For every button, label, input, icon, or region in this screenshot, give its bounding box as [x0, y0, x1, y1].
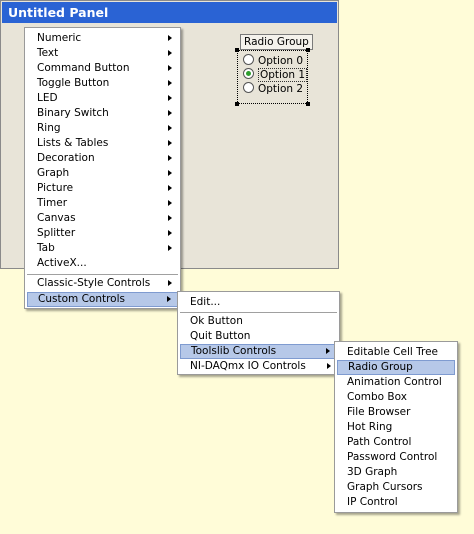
- resize-handle-bottom-left[interactable]: [235, 102, 239, 106]
- radio-unchecked-icon: [243, 82, 254, 93]
- menu-item-combo-box[interactable]: Combo Box: [337, 390, 455, 405]
- menu-item-numeric[interactable]: Numeric: [27, 31, 178, 46]
- resize-handle-top-right[interactable]: [306, 48, 310, 52]
- menu-item-picture[interactable]: Picture: [27, 181, 178, 196]
- submenu-arrow-icon: [168, 65, 172, 71]
- menu-item-activex[interactable]: ActiveX...: [27, 256, 178, 271]
- radio-option-label: Option 1: [258, 68, 308, 82]
- menu-item-classic-style-controls[interactable]: Classic-Style Controls: [27, 276, 178, 291]
- panel-title[interactable]: Untitled Panel: [2, 2, 337, 23]
- submenu-arrow-icon: [168, 35, 172, 41]
- menu-item-animation-control[interactable]: Animation Control: [337, 375, 455, 390]
- menu-item-3d-graph[interactable]: 3D Graph: [337, 465, 455, 480]
- radio-group-control[interactable]: Option 0 Option 1 Option 2: [235, 48, 310, 106]
- submenu-arrow-icon: [167, 296, 171, 302]
- submenu-arrow-icon: [168, 140, 172, 146]
- menu-item-edit[interactable]: Edit...: [180, 295, 337, 310]
- submenu-arrow-icon: [327, 363, 331, 369]
- menu-item-toggle-button[interactable]: Toggle Button: [27, 76, 178, 91]
- submenu-arrow-icon: [168, 50, 172, 56]
- menu-item-editable-cell-tree[interactable]: Editable Cell Tree: [337, 345, 455, 360]
- submenu-arrow-icon: [168, 155, 172, 161]
- radio-option-1[interactable]: Option 1: [243, 68, 308, 82]
- submenu-arrow-icon: [168, 125, 172, 131]
- menu-item-lists-tables[interactable]: Lists & Tables: [27, 136, 178, 151]
- submenu-arrow-icon: [168, 215, 172, 221]
- resize-handle-top-left[interactable]: [235, 48, 239, 52]
- submenu-arrow-icon: [168, 185, 172, 191]
- menu-item-text[interactable]: Text: [27, 46, 178, 61]
- menu-item-canvas[interactable]: Canvas: [27, 211, 178, 226]
- radio-option-label: Option 0: [258, 55, 304, 67]
- submenu-arrow-icon: [168, 80, 172, 86]
- menu-item-toolslib-controls[interactable]: Toolslib Controls: [180, 344, 337, 359]
- menu-separator: [180, 312, 337, 313]
- submenu-arrow-icon: [168, 245, 172, 251]
- menu-item-command-button[interactable]: Command Button: [27, 61, 178, 76]
- menu-item-ip-control[interactable]: IP Control: [337, 495, 455, 510]
- submenu-arrow-icon: [326, 348, 330, 354]
- menu-item-file-browser[interactable]: File Browser: [337, 405, 455, 420]
- radio-checked-icon: [243, 68, 254, 79]
- submenu-arrow-icon: [168, 170, 172, 176]
- menu-item-nidaqmx-io-controls[interactable]: NI-DAQmx IO Controls: [180, 359, 337, 374]
- radio-unchecked-icon: [243, 54, 254, 65]
- menu-item-splitter[interactable]: Splitter: [27, 226, 178, 241]
- submenu-arrow-icon: [168, 110, 172, 116]
- menu-item-path-control[interactable]: Path Control: [337, 435, 455, 450]
- menu-item-led[interactable]: LED: [27, 91, 178, 106]
- menu-item-hot-ring[interactable]: Hot Ring: [337, 420, 455, 435]
- menu-item-graph[interactable]: Graph: [27, 166, 178, 181]
- controls-context-menu: Numeric Text Command Button Toggle Butto…: [24, 27, 181, 309]
- radio-group-label[interactable]: Radio Group: [240, 34, 313, 50]
- menu-item-tab[interactable]: Tab: [27, 241, 178, 256]
- menu-item-decoration[interactable]: Decoration: [27, 151, 178, 166]
- menu-item-custom-controls[interactable]: Custom Controls: [27, 292, 178, 307]
- menu-item-binary-switch[interactable]: Binary Switch: [27, 106, 178, 121]
- menu-item-timer[interactable]: Timer: [27, 196, 178, 211]
- menu-item-quit-button[interactable]: Quit Button: [180, 329, 337, 344]
- radio-option-label: Option 2: [258, 83, 304, 95]
- submenu-arrow-icon: [168, 230, 172, 236]
- toolslib-controls-submenu: Editable Cell Tree Radio Group Animation…: [334, 341, 458, 513]
- menu-item-radio-group[interactable]: Radio Group: [337, 360, 455, 375]
- menu-item-graph-cursors[interactable]: Graph Cursors: [337, 480, 455, 495]
- radio-option-0[interactable]: Option 0: [243, 54, 303, 68]
- submenu-arrow-icon: [168, 200, 172, 206]
- submenu-arrow-icon: [168, 280, 172, 286]
- menu-item-password-control[interactable]: Password Control: [337, 450, 455, 465]
- submenu-arrow-icon: [168, 95, 172, 101]
- custom-controls-submenu: Edit... Ok Button Quit Button Toolslib C…: [177, 291, 340, 375]
- radio-option-2[interactable]: Option 2: [243, 82, 303, 96]
- resize-handle-bottom-right[interactable]: [306, 102, 310, 106]
- menu-separator: [27, 274, 178, 275]
- menu-item-ring[interactable]: Ring: [27, 121, 178, 136]
- menu-item-ok-button[interactable]: Ok Button: [180, 314, 337, 329]
